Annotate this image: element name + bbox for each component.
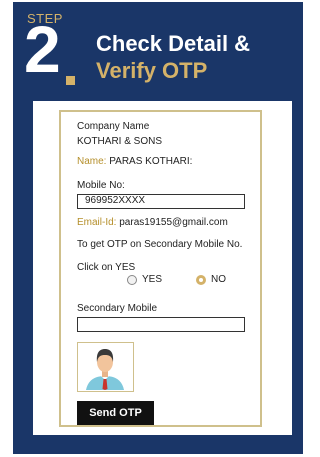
email-row: Email-Id: paras19155@gmail.com <box>77 217 228 228</box>
step-dot <box>66 76 75 85</box>
name-value: PARAS KOTHARI: <box>109 156 193 167</box>
no-radio[interactable] <box>196 275 206 285</box>
mobile-label: Mobile No: <box>77 180 125 191</box>
email-label: Email-Id: <box>77 217 117 228</box>
yes-radio[interactable] <box>127 275 137 285</box>
click-prompt: Click on YES <box>77 262 136 273</box>
headline: Check Detail & Verify OTP <box>96 30 250 84</box>
email-value: paras19155@gmail.com <box>119 217 228 228</box>
name-row: Name: PARAS KOTHARI: <box>77 156 192 167</box>
company-label: Company Name <box>77 121 150 132</box>
name-label: Name: <box>77 156 107 167</box>
secondary-mobile-label: Secondary Mobile <box>77 303 158 314</box>
headline-line-1: Check Detail & <box>96 31 251 56</box>
otp-prompt: To get OTP on Secondary Mobile No. <box>77 239 243 250</box>
user-avatar-icon <box>77 342 134 392</box>
company-value: KOTHARI & SONS <box>77 136 163 147</box>
mobile-field[interactable]: 969952XXXX <box>77 194 245 209</box>
headline-line-2: Verify OTP <box>96 58 208 83</box>
no-label: NO <box>211 274 226 285</box>
step-number: 2 <box>24 12 61 86</box>
yes-label: YES <box>142 274 163 285</box>
send-otp-button[interactable]: Send OTP <box>77 401 154 425</box>
secondary-mobile-field[interactable] <box>77 317 245 332</box>
